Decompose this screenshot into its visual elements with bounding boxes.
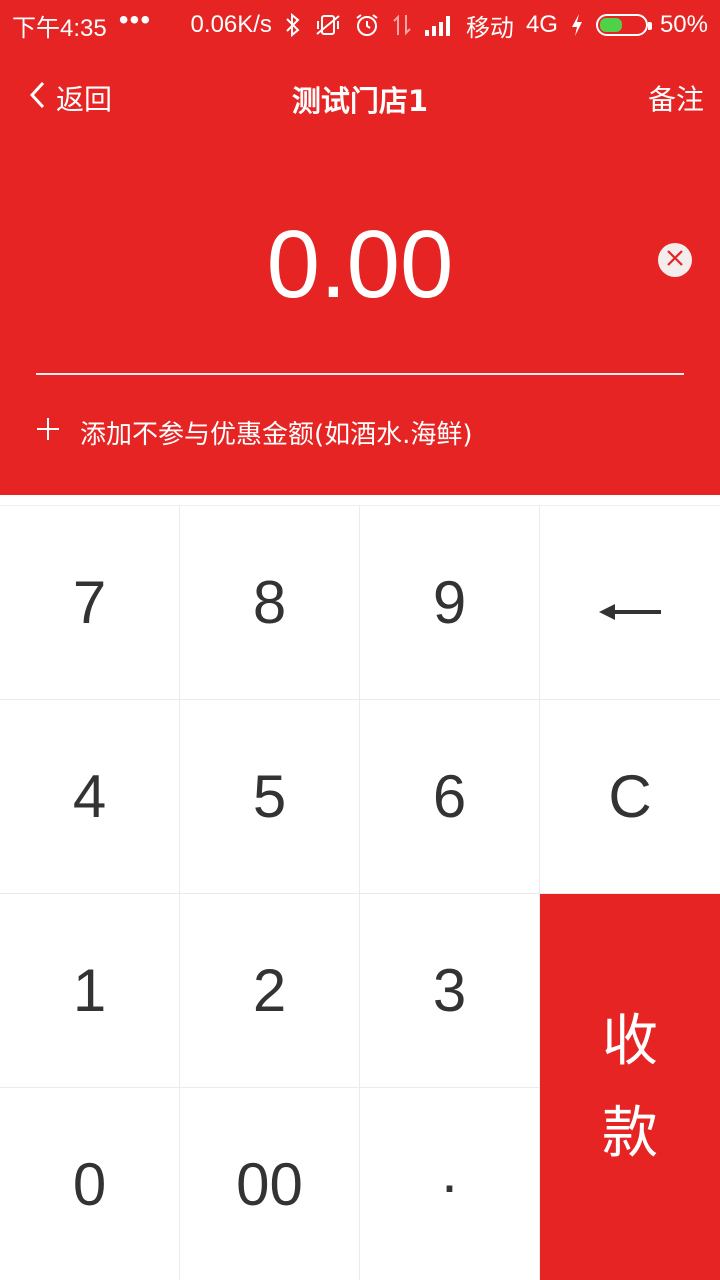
- close-icon: [666, 249, 684, 271]
- note-button[interactable]: 备注: [648, 78, 704, 118]
- header: 下午4:35 ••• 0.06K/s 移动 4G 50% 返回 测试门店1 备注…: [0, 0, 720, 495]
- network-type: 4G: [525, 11, 558, 38]
- more-notifications-icon: •••: [118, 4, 152, 35]
- bluetooth-icon: [284, 12, 302, 38]
- battery-icon: [595, 14, 652, 36]
- backspace-key[interactable]: [540, 506, 720, 700]
- key-dot[interactable]: ·: [360, 1088, 540, 1280]
- vibrate-off-icon: [314, 13, 342, 37]
- signal-icon: [424, 14, 454, 36]
- key-9[interactable]: 9: [360, 506, 540, 700]
- battery-percent: 50%: [659, 11, 708, 38]
- page-title: 测试门店1: [291, 84, 429, 118]
- status-bar: 下午4:35 ••• 0.06K/s 移动 4G 50%: [0, 0, 720, 50]
- add-excluded-amount-button[interactable]: 添加不参与优惠金额(如酒水.海鲜): [36, 414, 473, 451]
- key-4[interactable]: 4: [0, 700, 180, 894]
- keypad: 7 8 9 4 5 6 C 1 2 3 0 00 · 收 款: [0, 505, 720, 1280]
- add-excluded-amount-label: 添加不参与优惠金额(如酒水.海鲜): [80, 420, 473, 450]
- plus-icon: [36, 417, 60, 448]
- clear-amount-button[interactable]: [658, 243, 692, 277]
- collect-payment-label-top: 收: [602, 1008, 658, 1074]
- collect-payment-label-bottom: 款: [602, 1100, 658, 1166]
- key-1[interactable]: 1: [0, 894, 180, 1088]
- key-2[interactable]: 2: [180, 894, 360, 1088]
- battery-fill: [599, 18, 622, 32]
- key-7[interactable]: 7: [0, 506, 180, 700]
- data-arrows-icon: [392, 13, 412, 37]
- alarm-icon: [354, 12, 380, 38]
- amount-display: 0.00: [266, 211, 454, 318]
- collect-payment-button[interactable]: 收 款: [540, 894, 720, 1280]
- key-5[interactable]: 5: [180, 700, 360, 894]
- charging-icon: [570, 13, 584, 37]
- amount-underline: [36, 373, 684, 375]
- carrier-name: 移动: [465, 14, 514, 42]
- status-time: 下午4:35: [12, 14, 107, 42]
- key-8[interactable]: 8: [180, 506, 360, 700]
- key-0[interactable]: 0: [0, 1088, 180, 1280]
- navbar: 返回 测试门店1 备注: [0, 50, 720, 146]
- key-00[interactable]: 00: [180, 1088, 360, 1280]
- key-3[interactable]: 3: [360, 894, 540, 1088]
- backspace-arrow-icon: [599, 568, 661, 637]
- clear-key[interactable]: C: [540, 700, 720, 894]
- key-6[interactable]: 6: [360, 700, 540, 894]
- network-speed: 0.06K/s: [190, 11, 272, 38]
